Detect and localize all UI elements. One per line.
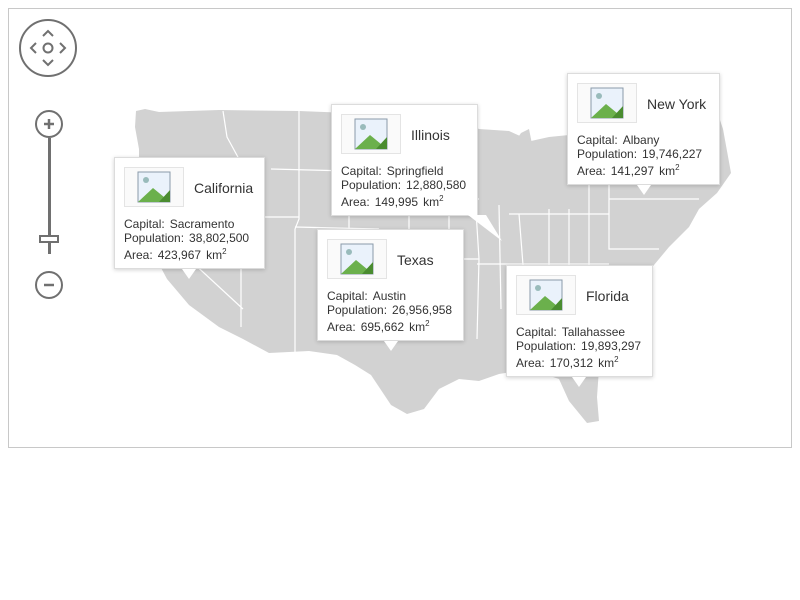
- area-value: 695,662: [360, 320, 405, 334]
- population-value: 26,956,958: [392, 303, 453, 317]
- population-label: Population:: [341, 178, 402, 192]
- state-tooltip-florida[interactable]: Florida Capital: Tallahassee Population: 1…: [506, 265, 653, 387]
- area-label: Area:: [341, 195, 370, 209]
- plus-icon: [44, 119, 54, 129]
- area-unit: km: [598, 356, 615, 370]
- pan-arrows-icon[interactable]: [21, 21, 75, 75]
- image-placeholder-icon: [341, 114, 401, 154]
- image-placeholder-icon: [577, 83, 637, 123]
- state-tooltip-california[interactable]: California Capital: Sacramento Population…: [114, 157, 265, 279]
- population-value: 19,746,227: [642, 147, 703, 161]
- state-name: Illinois: [411, 127, 450, 143]
- state-name: Florida: [586, 288, 629, 304]
- zoom-slider-handle[interactable]: [39, 235, 59, 243]
- image-placeholder-icon: [516, 275, 576, 315]
- area-label: Area:: [327, 320, 356, 334]
- capital-value: Austin: [372, 289, 407, 303]
- state-details: Capital: Tallahassee Population: 19,893,29…: [516, 325, 642, 370]
- population-value: 38,802,500: [189, 231, 250, 245]
- zoom-out-button[interactable]: [35, 271, 63, 299]
- image-placeholder-icon: [327, 239, 387, 279]
- state-details: Capital: Springfield Population: 12,880,58…: [341, 164, 467, 209]
- state-name: New York: [647, 96, 707, 112]
- area-unit: km: [409, 320, 426, 334]
- area-value: 170,312: [549, 356, 594, 370]
- tooltip-pointer: [182, 269, 196, 279]
- population-label: Population:: [516, 339, 577, 353]
- population-value: 12,880,580: [406, 178, 467, 192]
- state-tooltip-new-york[interactable]: New York Capital: Albany Population: 19,74…: [567, 73, 720, 195]
- capital-label: Capital:: [516, 325, 557, 339]
- state-details: Capital: Sacramento Population: 38,802,500…: [124, 217, 250, 262]
- population-label: Population:: [327, 303, 388, 317]
- area-value: 141,297: [610, 164, 655, 178]
- area-label: Area:: [577, 164, 606, 178]
- area-label: Area:: [516, 356, 545, 370]
- area-unit: km: [659, 164, 676, 178]
- state-details: Capital: Austin Population: 26,956,958 Are…: [327, 289, 453, 334]
- capital-value: Albany: [622, 133, 660, 147]
- state-tooltip-illinois[interactable]: Illinois Capital: Springfield Population:…: [331, 104, 502, 241]
- zoom-in-button[interactable]: [35, 110, 63, 138]
- minus-icon: [44, 283, 54, 287]
- state-name: California: [194, 180, 254, 196]
- state-name: Texas: [397, 252, 434, 268]
- area-value: 149,995: [374, 195, 419, 209]
- population-value: 19,893,297: [581, 339, 642, 353]
- tooltip-pointer: [384, 341, 398, 351]
- capital-value: Sacramento: [169, 217, 235, 231]
- capital-label: Capital:: [577, 133, 618, 147]
- area-unit: km: [206, 248, 223, 262]
- tooltip-pointer: [572, 377, 586, 387]
- capital-value: Springfield: [386, 164, 444, 178]
- capital-value: Tallahassee: [561, 325, 626, 339]
- image-placeholder-icon: [124, 167, 184, 207]
- capital-label: Capital:: [341, 164, 382, 178]
- population-label: Population:: [124, 231, 185, 245]
- population-label: Population:: [577, 147, 638, 161]
- capital-label: Capital:: [327, 289, 368, 303]
- capital-label: Capital:: [124, 217, 165, 231]
- pan-control[interactable]: [19, 19, 77, 77]
- area-value: 423,967: [157, 248, 202, 262]
- state-details: Capital: Albany Population: 19,746,227 Are…: [577, 133, 703, 178]
- tooltip-pointer: [637, 185, 651, 195]
- tooltip-pointer: [468, 215, 502, 241]
- area-unit: km: [423, 195, 440, 209]
- state-tooltip-texas[interactable]: Texas Capital: Austin Population: 26,956,9…: [317, 229, 464, 351]
- area-label: Area:: [124, 248, 153, 262]
